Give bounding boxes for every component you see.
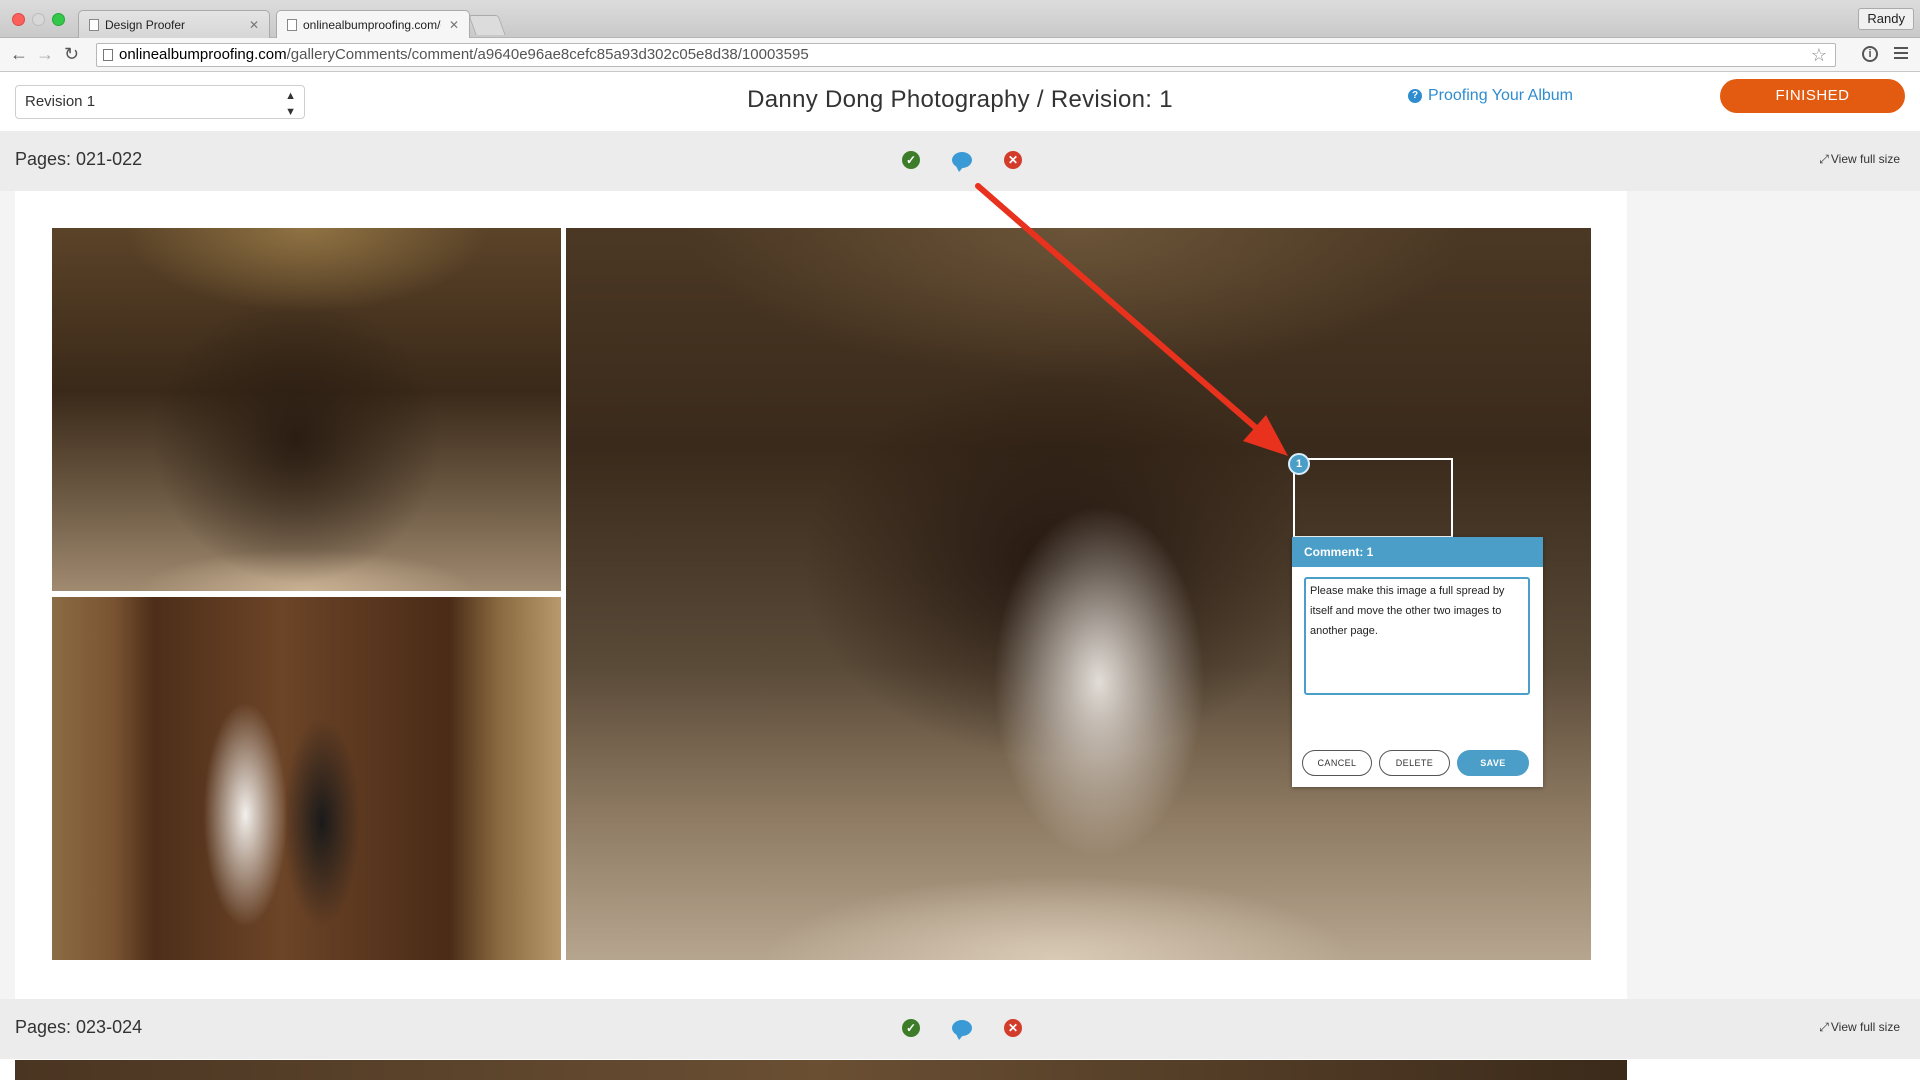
spread-actions: ✓ ✕	[902, 151, 1022, 172]
x-circle-icon[interactable]: ✕	[1004, 1019, 1022, 1037]
profile-button[interactable]: Randy	[1858, 8, 1914, 30]
browser-toolbar: ← → ↻ onlinealbumproofing.com/galleryCom…	[0, 38, 1920, 72]
expand-icon: ⤢	[1819, 1020, 1829, 1034]
tab-title: Design Proofer	[105, 17, 186, 32]
tab-title: onlinealbumproofing.com/g	[303, 17, 441, 32]
app-header: Revision 1 ▲ ▼ Danny Dong Photography / R…	[0, 73, 1920, 131]
check-circle-icon[interactable]: ✓	[902, 1019, 920, 1037]
help-link-label: Proofing Your Album	[1428, 87, 1573, 104]
photo-couple-doorway[interactable]	[52, 597, 561, 960]
new-tab-button[interactable]	[468, 15, 506, 35]
comment-textarea[interactable]: Please make this image a full spread by …	[1304, 577, 1530, 695]
save-button[interactable]: SAVE	[1457, 750, 1529, 776]
check-circle-icon[interactable]: ✓	[902, 151, 920, 169]
bookmark-star-icon[interactable]: ☆	[1811, 44, 1827, 66]
page-icon	[287, 18, 297, 31]
window-close-button[interactable]	[12, 13, 25, 26]
section-header-021-022: Pages: 021-022 ✓ ✕ ⤢ View full size	[0, 131, 1920, 191]
proofing-help-link[interactable]: ? Proofing Your Album	[1408, 87, 1573, 105]
browser-tab-design-proofer[interactable]: Design Proofer ✕	[78, 10, 270, 38]
speech-bubble-icon[interactable]	[952, 1020, 972, 1040]
page-icon	[89, 18, 99, 31]
section-pages-label: Pages: 023-024	[15, 1017, 143, 1037]
view-full-size-label: View full size	[1830, 152, 1900, 166]
comment-popup: Comment: 1 Please make this image a full…	[1292, 537, 1543, 787]
photo-bridal-party[interactable]	[52, 228, 561, 591]
delete-button[interactable]: DELETE	[1379, 750, 1450, 776]
tab-close-icon[interactable]: ✕	[249, 18, 259, 32]
expand-icon: ⤢	[1819, 152, 1829, 166]
section-pages-label: Pages: 021-022	[15, 149, 143, 169]
question-circle-icon: ?	[1408, 89, 1422, 103]
speech-bubble-icon[interactable]	[952, 152, 972, 172]
page-icon	[103, 49, 113, 61]
hamburger-menu-icon[interactable]	[1894, 47, 1908, 62]
comment-header: Comment: 1	[1292, 537, 1543, 567]
browser-tab-bar: Design Proofer ✕ onlinealbumproofing.com…	[0, 0, 1920, 38]
photo-next-spread-preview[interactable]	[15, 1060, 1627, 1080]
tab-close-icon[interactable]: ✕	[449, 18, 459, 32]
page-title: Danny Dong Photography / Revision: 1	[747, 86, 1173, 113]
comment-selection-box[interactable]	[1293, 458, 1453, 538]
url-host: onlinealbumproofing.com	[119, 46, 287, 63]
view-full-size-link[interactable]: ⤢ View full size	[1819, 152, 1900, 167]
address-bar[interactable]: onlinealbumproofing.com/galleryComments/…	[96, 43, 1836, 67]
comment-pin-badge[interactable]: 1	[1288, 453, 1310, 475]
back-arrow-icon[interactable]: ←	[10, 44, 28, 64]
spread-actions: ✓ ✕	[902, 1019, 1022, 1040]
window-zoom-button[interactable]	[52, 13, 65, 26]
view-full-size-link[interactable]: ⤢ View full size	[1819, 1020, 1900, 1035]
browser-tab-onlinealbumproofing[interactable]: onlinealbumproofing.com/g ✕	[276, 10, 470, 38]
finished-button[interactable]: FINISHED	[1720, 79, 1905, 113]
reload-icon[interactable]: ↻	[64, 44, 79, 64]
x-circle-icon[interactable]: ✕	[1004, 151, 1022, 169]
info-icon[interactable]: i	[1862, 46, 1878, 62]
forward-arrow-icon[interactable]: →	[36, 44, 54, 64]
cancel-button[interactable]: CANCEL	[1302, 750, 1372, 776]
view-full-size-label: View full size	[1830, 1020, 1900, 1034]
section-header-023-024: Pages: 023-024 ✓ ✕ ⤢ View full size	[0, 999, 1920, 1059]
window-minimize-button[interactable]	[32, 13, 45, 26]
url-path: /galleryComments/comment/a9640e96ae8cefc…	[286, 46, 809, 63]
